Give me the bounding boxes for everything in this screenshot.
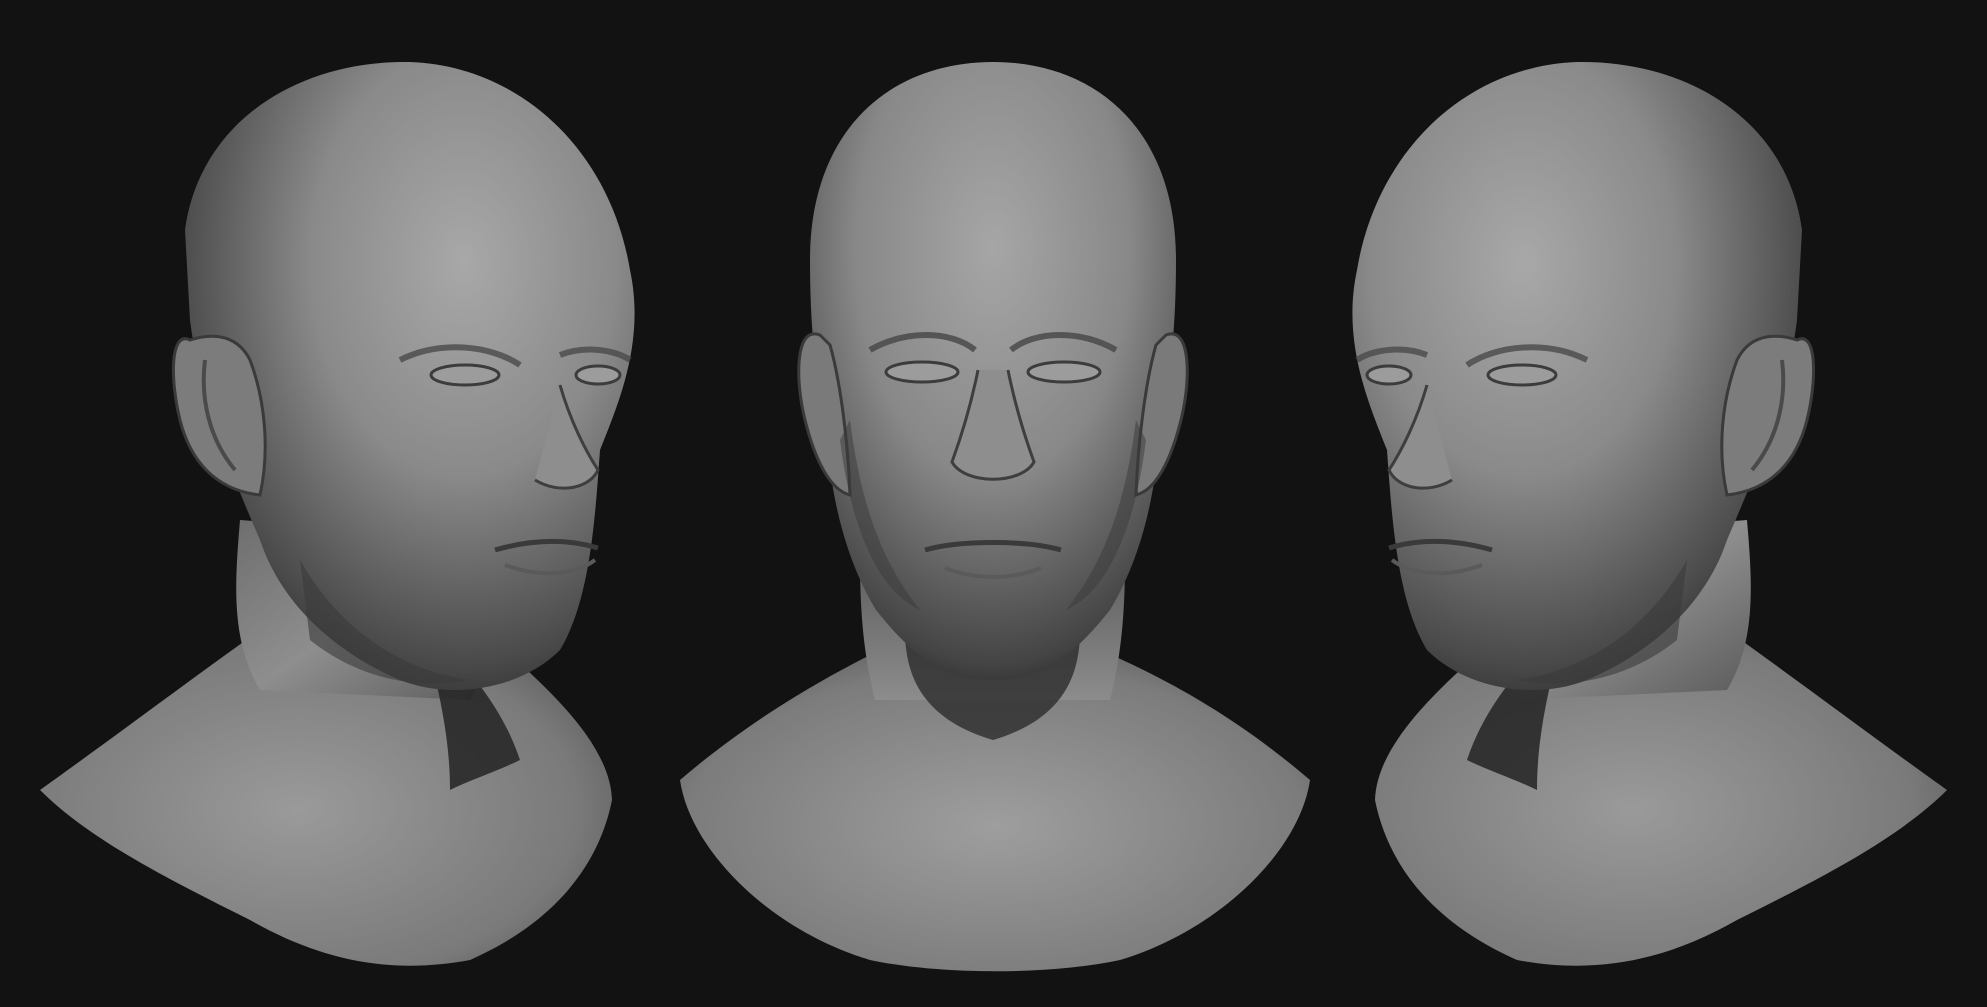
ear-shape — [1720, 334, 1815, 497]
bust-three-quarter-right — [0, 0, 680, 1007]
ear-shape — [172, 334, 267, 497]
bust-front — [660, 0, 1327, 1007]
render-canvas — [0, 0, 1987, 1007]
bust-three-quarter-left — [1307, 0, 1987, 1007]
